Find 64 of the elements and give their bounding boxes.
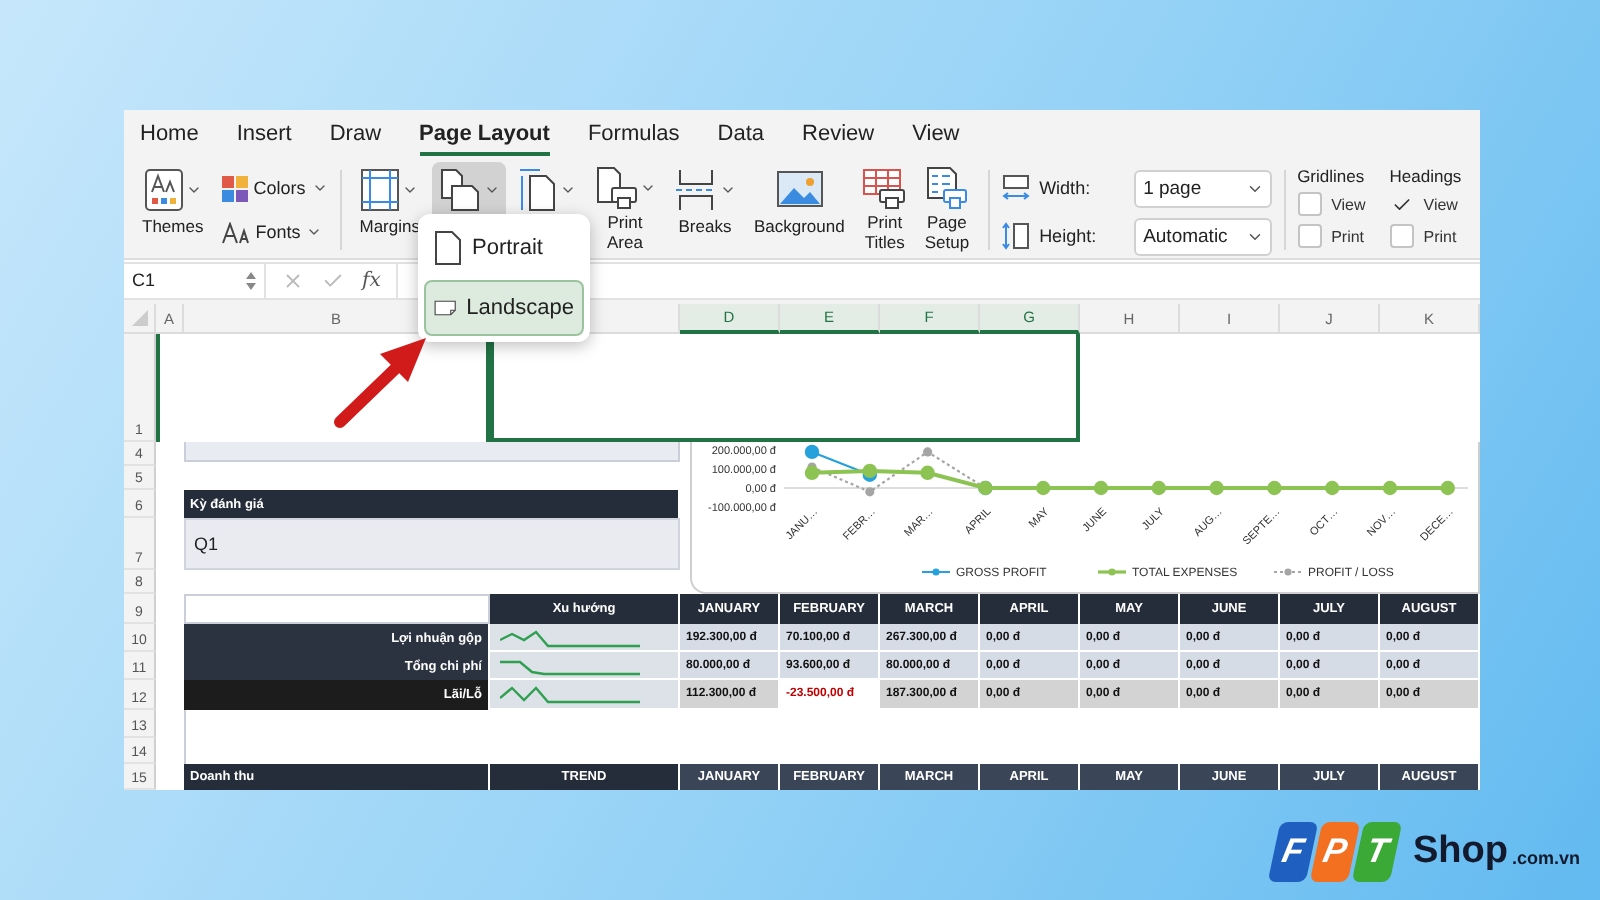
checkbox-label: View — [1423, 195, 1458, 214]
portrait-page-icon — [434, 230, 462, 266]
picture-icon — [775, 168, 824, 213]
themes-icon — [143, 168, 184, 213]
triangle-icon — [131, 310, 147, 327]
menu-item[interactable]: Portrait — [424, 220, 584, 276]
themes-button[interactable]: Themes — [136, 162, 210, 255]
brand-logo: F P T Shop.com.vn — [124, 790, 1600, 882]
checkbox[interactable] — [1297, 192, 1322, 217]
cancel-icon[interactable] — [282, 269, 304, 292]
data-point — [920, 465, 935, 481]
menu-item[interactable]: Landscape — [424, 280, 584, 336]
fonts-icon — [221, 221, 250, 244]
option-group-title: Headings — [1389, 166, 1462, 187]
ribbon-tab[interactable]: Review — [802, 113, 875, 156]
stepper-icon — [246, 271, 256, 290]
data-point — [1267, 480, 1282, 496]
theme-option-button[interactable]: Fonts — [221, 214, 328, 251]
page-setup-button[interactable]: Page Setup — [918, 162, 976, 255]
checkbox[interactable] — [1297, 224, 1322, 249]
data-point — [865, 487, 875, 497]
print-titles-icon — [862, 166, 907, 211]
print-titles-button[interactable]: Print Titles — [856, 162, 913, 255]
insert-function-button[interactable]: fx — [362, 269, 381, 292]
name-box[interactable]: C1 — [124, 263, 266, 297]
field-label: Width: — [1039, 178, 1093, 199]
print-area-icon — [593, 166, 638, 211]
data-point — [1093, 480, 1109, 496]
field-label: Height: — [1039, 226, 1099, 247]
ribbon-tab[interactable]: Insert — [236, 113, 292, 156]
width-select[interactable]: 1 page — [1133, 169, 1272, 208]
data-point — [1325, 480, 1340, 496]
data-point — [1382, 480, 1398, 496]
page-breaks-icon — [673, 168, 718, 213]
margins-icon — [360, 168, 401, 213]
data-point — [1151, 480, 1166, 496]
pointer-arrow — [334, 338, 426, 428]
width-icon — [1001, 174, 1030, 203]
ribbon-tab[interactable]: Draw — [329, 113, 382, 156]
ribbon-tab[interactable]: Data — [717, 113, 765, 156]
period-field[interactable]: Q1 — [184, 518, 680, 571]
margins-button[interactable]: Margins — [353, 162, 426, 255]
print-area-button[interactable]: Print Area — [587, 162, 662, 255]
select-all-corner[interactable] — [124, 304, 156, 335]
option-group-title: Gridlines — [1297, 166, 1366, 187]
breaks-button[interactable]: Breaks — [667, 162, 742, 255]
ribbon-tab[interactable]: View — [912, 113, 960, 156]
height-select[interactable]: Automatic — [1133, 217, 1272, 256]
confirm-icon[interactable] — [322, 269, 344, 292]
checkbox[interactable] — [1389, 224, 1414, 249]
color-palette-icon — [221, 175, 248, 202]
page-setup-icon — [924, 166, 969, 211]
data-point — [1036, 480, 1051, 496]
data-point — [1440, 480, 1455, 496]
ribbon-tab[interactable]: Formulas — [587, 113, 680, 156]
background-button[interactable]: Background — [747, 162, 851, 255]
data-point — [1209, 480, 1224, 496]
theme-option-button[interactable]: Colors — [221, 170, 328, 207]
height-icon — [1001, 222, 1030, 251]
checkbox-label: View — [1331, 195, 1366, 214]
checkbox-label: Print — [1331, 227, 1365, 246]
data-point — [923, 447, 933, 457]
ribbon-tab[interactable]: Home — [140, 113, 199, 156]
checkbox-label: Print — [1423, 227, 1457, 246]
